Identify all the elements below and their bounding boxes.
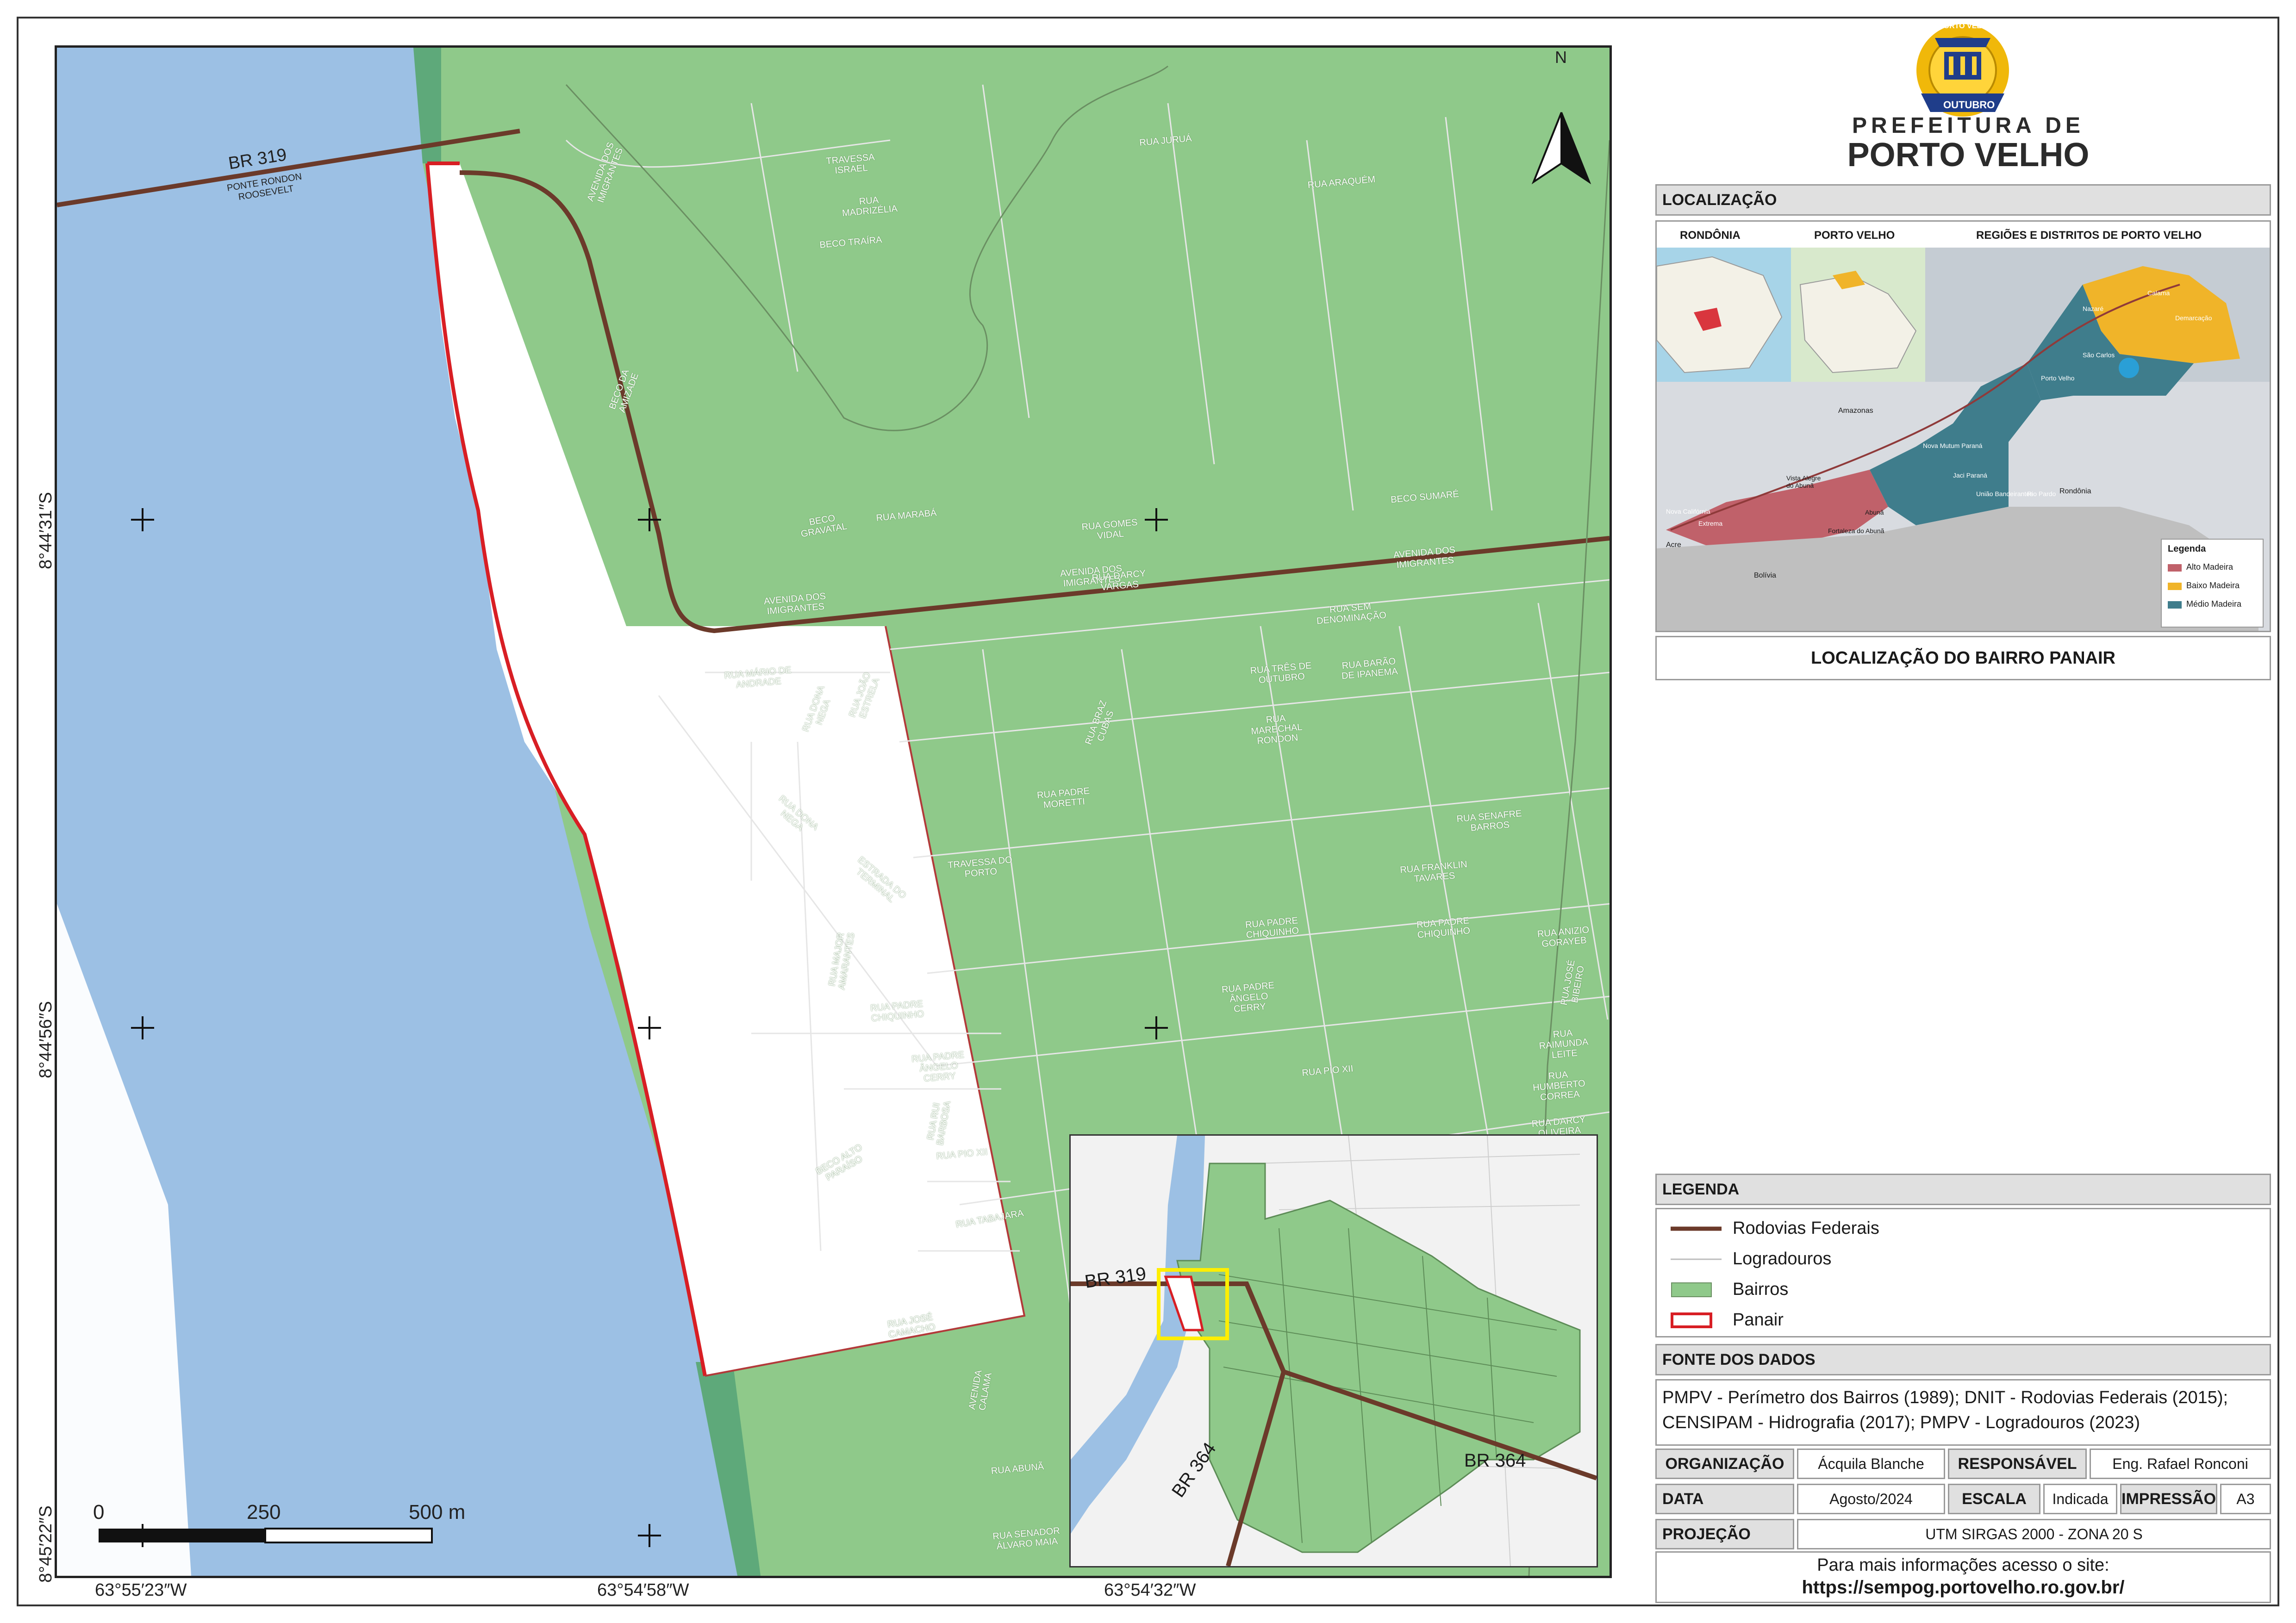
fonte-box: PMPV - Perímetro dos Bairros (1989); DNI…	[1655, 1379, 2271, 1446]
north-arrow	[1531, 112, 1591, 185]
legend-label-bairros: Bairros	[1733, 1280, 1789, 1299]
prefeitura-line2: PORTO VELHO	[1847, 137, 2090, 174]
place-bolivia: Bolívia	[1754, 572, 1777, 579]
legend-road-swatch	[1671, 1226, 1722, 1231]
place-nazare: Nazaré	[2083, 305, 2104, 312]
label-responsavel: RESPONSÁVEL	[1948, 1449, 2087, 1479]
lat-label-3: 8°45′22″S	[36, 1505, 56, 1583]
prefeitura-line1: PREFEITURA DE	[1852, 113, 2084, 138]
value-responsavel: Eng. Rafael Ronconi	[2090, 1449, 2271, 1479]
place-amazonas: Amazonas	[1838, 407, 1873, 415]
lon-label-1: 63°55′23″W	[95, 1580, 187, 1600]
place-abuna: Abunã	[1865, 509, 1884, 516]
fonte-text: PMPV - Perímetro dos Bairros (1989); DNI…	[1662, 1388, 2228, 1432]
place-calama: Calama	[2147, 289, 2170, 297]
scale-250: 250	[247, 1501, 281, 1524]
value-projecao: UTM SIRGAS 2000 - ZONA 20 S	[1797, 1519, 2271, 1549]
inset-br364-label-b: BR 364	[1464, 1450, 1526, 1471]
legend-row-bairros: Bairros	[1671, 1280, 1788, 1300]
localizacao-title-box: LOCALIZAÇÃO DO BAIRRO PANAIR	[1655, 636, 2271, 680]
seal-top-text: PORTO VELHO	[1939, 22, 1993, 30]
legenda-box: Rodovias Federais Logradouros Bairros Pa…	[1655, 1208, 2271, 1337]
street-label: RUA PADRE ÂNGELO CERRY	[911, 1050, 965, 1084]
label-impressao: IMPRESSÃO	[2120, 1484, 2217, 1514]
legend-row-logradouros: Logradouros	[1671, 1249, 1831, 1269]
legend-street-swatch	[1671, 1258, 1722, 1260]
street-label: RUA HUMBERTO CORREA	[1532, 1070, 1586, 1103]
inset-title-portovelho: PORTO VELHO	[1814, 229, 1895, 242]
scale-500: 500 m	[409, 1501, 466, 1524]
street-label: RUA RAIMUNDA LEITE	[1538, 1028, 1589, 1061]
value-data: Agosto/2024	[1797, 1484, 1945, 1514]
inset-legend-alto: Alto Madeira	[2186, 562, 2234, 572]
legend-label-panair: Panair	[1733, 1310, 1784, 1330]
lon-label-3: 63°54′32″W	[1104, 1580, 1196, 1600]
localizacao-title: LOCALIZAÇÃO DO BAIRRO PANAIR	[1811, 648, 2115, 668]
city-inset-canvas	[1071, 1136, 1597, 1566]
localizacao-header: LOCALIZAÇÃO	[1655, 184, 2271, 216]
inset-title-regioes: REGIÕES E DISTRITOS DE PORTO VELHO	[1976, 229, 2202, 242]
localizacao-box: RONDÔNIA PORTO VELHO REGIÕES E DISTRITOS…	[1655, 220, 2271, 632]
scale-zero: 0	[93, 1501, 105, 1524]
city-inset: BR 319 BR 364 BR 364	[1069, 1134, 1598, 1567]
north-label: N	[1555, 48, 1567, 67]
street-label: RUA PADRE ÂNGELO CERRY	[1221, 980, 1275, 1014]
place-sao-carlos: São Carlos	[2083, 351, 2115, 359]
footer-box: Para mais informações acesso o site: htt…	[1655, 1551, 2271, 1603]
place-rondonia: Rondônia	[2059, 487, 2091, 495]
fonte-header: FONTE DOS DADOS	[1655, 1344, 2271, 1375]
inset-legend-baixo: Baixo Madeira	[2186, 581, 2240, 590]
place-jaci-parana: Jaci Paraná	[1953, 472, 1987, 479]
footer-line1: Para mais informações acesso o site:	[1817, 1555, 2109, 1575]
label-data: DATA	[1655, 1484, 1794, 1514]
place-nova-california: Nova Califórnia	[1666, 508, 1710, 515]
legend-label-rodovias: Rodovias Federais	[1733, 1219, 1879, 1238]
seal-band-text: OUTUBRO	[1943, 99, 1995, 111]
side-panel: PORTO VELHO OUTUBRO 2 DE 1914 PREFEITURA…	[1653, 17, 2279, 1606]
legend-label-logradouros: Logradouros	[1733, 1249, 1832, 1269]
lat-label-2: 8°44′56″S	[36, 1001, 56, 1078]
place-rio-pardo: Rio Pardo	[2027, 490, 2056, 497]
legend-bairro-swatch	[1671, 1282, 1712, 1297]
inset-legend-title: Legenda	[2168, 544, 2206, 554]
place-demarcacao: Demarcação	[2175, 314, 2212, 322]
place-porto-velho: Porto Velho	[2041, 374, 2075, 382]
localizacao-maps	[1657, 248, 2270, 631]
legend-row-panair: Panair	[1671, 1310, 1784, 1330]
lon-label-2: 63°54′58″W	[597, 1580, 689, 1600]
legend-panair-swatch	[1671, 1312, 1712, 1328]
lat-label-1: 8°44′31″S	[36, 492, 56, 569]
main-map[interactable]: N BR 319 PONTE RONDON ROOSEVELT 0 250 50…	[55, 45, 1612, 1578]
label-escala: ESCALA	[1948, 1484, 2040, 1514]
street-label: RUA MARECHAL RONDON	[1250, 713, 1303, 746]
label-projecao: PROJEÇÃO	[1655, 1519, 1794, 1549]
prefeitura-logo: PORTO VELHO OUTUBRO 2 DE 1914 PREFEITURA…	[1653, 17, 2279, 174]
place-acre: Acre	[1666, 541, 1681, 549]
legend-row-rodovias: Rodovias Federais	[1671, 1219, 1879, 1238]
bairro-border-north	[565, 65, 1168, 431]
inset-title-rondonia: RONDÔNIA	[1680, 229, 1741, 242]
scale-bar	[99, 1528, 433, 1543]
label-organizacao: ORGANIZAÇÃO	[1655, 1449, 1794, 1479]
inset-legend-medio: Médio Madeira	[2186, 599, 2242, 609]
legenda-header: LEGENDA	[1655, 1174, 2271, 1205]
place-vista-alegre: Vista Alegre do Abunã	[1786, 474, 1821, 489]
place-extrema: Extrema	[1698, 520, 1723, 527]
value-impressao: A3	[2220, 1484, 2271, 1514]
value-organizacao: Ácquila Blanche	[1797, 1449, 1945, 1479]
place-nova-mutum: Nova Mutum Paraná	[1923, 442, 1983, 449]
footer-url[interactable]: https://sempog.portovelho.ro.gov.br/	[1657, 1577, 2270, 1598]
value-escala: Indicada	[2043, 1484, 2117, 1514]
place-uniao: União Bandeirantes	[1976, 490, 2033, 497]
place-fortaleza: Fortaleza do Abunã	[1828, 527, 1884, 535]
